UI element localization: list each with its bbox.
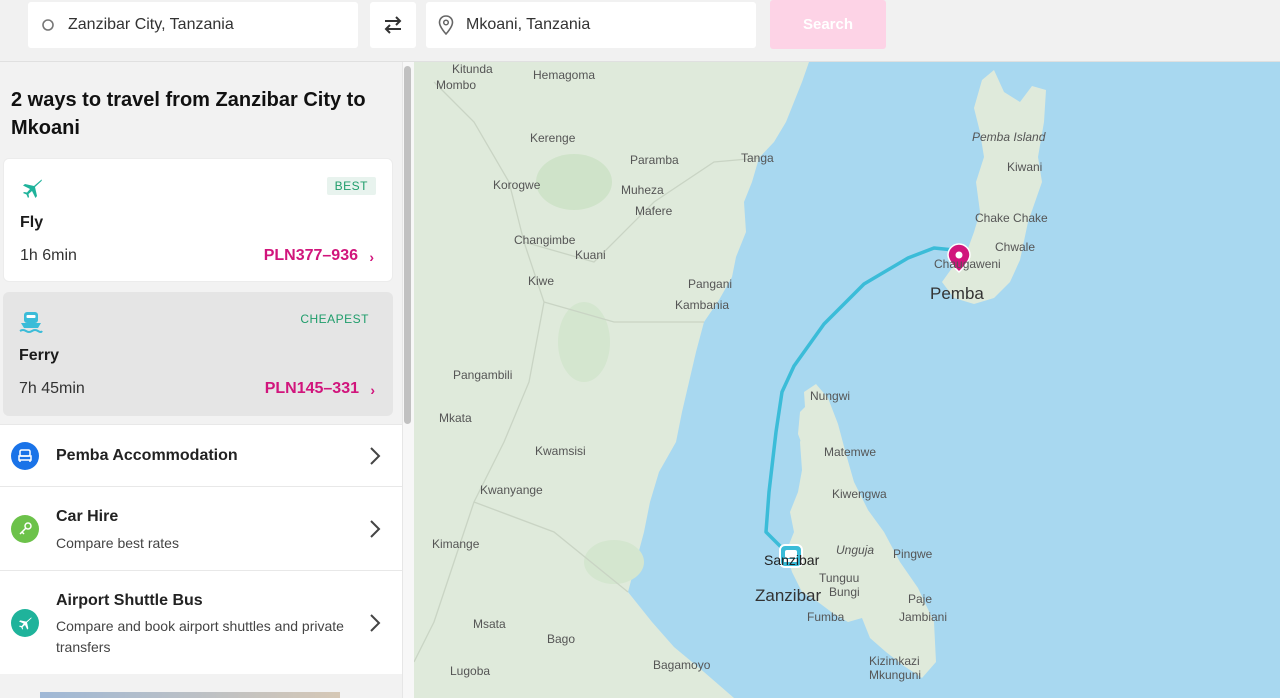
extra-subtitle: Compare and book airport shuttles and pr… [56,618,344,655]
place-label: Lugoba [450,664,490,678]
chevron-right-icon: › [370,382,375,398]
mode-name: Fly [20,214,44,231]
place-label: Kiwengwa [832,487,887,501]
place-label: Kimange [432,537,480,551]
place-label: Kiwe [528,274,554,288]
extra-car-hire[interactable]: Car Hire Compare best rates [0,486,402,570]
plane-icon [20,176,44,200]
from-input[interactable]: Zanzibar City, Tanzania [68,16,234,34]
place-label: Matemwe [824,445,876,459]
region-label: Zanzibar [755,586,821,605]
origin-circle-icon [28,18,68,32]
cheapest-badge: CHEAPEST [300,312,369,326]
place-label: Pangambili [453,368,512,382]
place-label: Muheza [621,183,664,197]
best-badge: BEST [326,177,376,195]
price-range: PLN145–331 [264,380,359,397]
route-option-ferry[interactable]: CHEAPEST Ferry 7h 45min PLN145–331 › [3,292,393,416]
price-range: PLN377–936 [263,247,358,264]
mode-name: Ferry [19,347,60,364]
place-label: Kitunda [452,62,493,76]
scrollbar-thumb[interactable] [404,66,411,424]
extra-airport-shuttle[interactable]: Airport Shuttle Bus Compare and book air… [0,570,402,674]
place-label: Kerenge [530,131,576,145]
place-label: Chaugaweni [934,257,1001,271]
place-label: Mafere [635,204,673,218]
to-input[interactable]: Mkoani, Tanzania [466,16,590,34]
plane-icon [11,609,39,637]
duration: 1h 6min [20,247,77,264]
chevron-right-icon: › [369,249,374,265]
place-label: Bungi [829,585,860,599]
place-label: Msata [473,617,506,631]
extra-title: Pemba Accommodation [56,447,238,464]
place-label: Fumba [807,610,845,624]
place-label: Mkata [439,411,472,425]
place-label: Jambiani [899,610,947,624]
chevron-right-icon [370,614,381,632]
swap-arrows-icon [384,16,402,34]
place-label: Pingwe [893,547,933,561]
extra-subtitle: Compare best rates [56,535,179,551]
search-bar: Zanzibar City, Tanzania Mkoani, Tanzania… [0,0,1280,62]
place-label: Nungwi [810,389,850,403]
place-label: Kiwani [1007,160,1042,174]
place-label: Pemba Island [972,130,1046,144]
route-option-fly[interactable]: BEST Fly 1h 6min PLN377–936 › [3,158,393,282]
destination-pin-icon [426,15,466,35]
bed-icon [11,442,39,470]
place-label: Kambania [675,298,729,312]
extra-accommodation[interactable]: Pemba Accommodation [0,424,402,486]
map-labels-major: Sanzibar [764,552,820,568]
place-label: Korogwe [493,178,541,192]
place-label: Changimbe [514,233,576,247]
place-label: Unguja [836,543,874,557]
place-label: Kizimkazi [869,654,920,668]
place-label: Sanzibar [764,552,820,568]
place-label: Mombo [436,78,476,92]
to-field[interactable]: Mkoani, Tanzania [426,2,756,48]
route-map[interactable]: Kitunda Mombo Hemagoma Kerenge Paramba T… [414,62,1280,698]
place-label: Chwale [995,240,1035,254]
place-label: Kwanyange [480,483,543,497]
car-key-icon [11,515,39,543]
place-label: Chake Chake [975,211,1048,225]
results-heading: 2 ways to travel from Zanzibar City to M… [11,89,366,139]
place-label: Hemagoma [533,68,595,82]
place-label: Pangani [688,277,732,291]
place-label: Kwamsisi [535,444,586,458]
list-footer [0,674,402,698]
place-label: Bagamoyo [653,658,711,672]
extra-title: Airport Shuttle Bus [56,592,203,609]
chevron-right-icon [370,520,381,538]
place-label: Mkunguni [869,668,921,682]
forest-patch [584,540,644,584]
chevron-right-icon [370,447,381,465]
duration: 7h 45min [19,380,85,397]
ad-banner-strip [40,692,340,698]
extra-title: Car Hire [56,508,119,525]
place-label: Paramba [630,153,679,167]
place-label: Kuani [575,248,606,262]
swap-button[interactable] [370,2,416,48]
place-label: Bago [547,632,575,646]
forest-patch [536,154,612,210]
place-label: Tanga [741,151,774,165]
place-label: Paje [908,592,932,606]
search-button[interactable]: Search [770,0,886,49]
ferry-icon [19,309,43,333]
from-field[interactable]: Zanzibar City, Tanzania [28,2,358,48]
place-label: Tunguu [819,571,859,585]
region-label: Pemba [930,284,984,303]
